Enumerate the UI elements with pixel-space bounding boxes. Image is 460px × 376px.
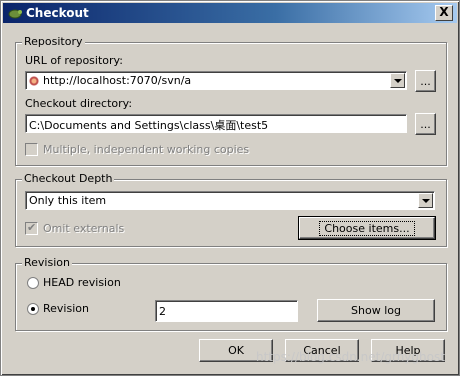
revision-radio[interactable]: [27, 303, 39, 315]
checkout-dialog: Checkout X Repository URL of repository:…: [0, 0, 460, 376]
url-value: http://localhost:7070/svn/a: [43, 74, 192, 87]
depth-selected-value: Only this item: [29, 194, 107, 207]
checkout-dir-label: Checkout directory:: [25, 97, 133, 110]
url-label: URL of repository:: [25, 54, 123, 67]
multiple-label: Multiple, independent working copies: [43, 143, 250, 156]
omit-externals-label: Omit externals: [43, 222, 125, 235]
head-revision-label: HEAD revision: [43, 276, 121, 289]
omit-externals-checkbox[interactable]: ✔: [25, 221, 38, 235]
revision-label: Revision: [43, 302, 89, 315]
head-revision-radio[interactable]: [27, 277, 39, 289]
revision-input[interactable]: 2: [155, 300, 298, 322]
depth-select[interactable]: Only this item: [25, 191, 435, 210]
checkmark-icon: ✔: [27, 221, 37, 234]
dialog-title: Checkout: [26, 6, 89, 20]
choose-items-button[interactable]: Choose items...: [298, 216, 436, 240]
url-favicon-icon: [29, 75, 39, 87]
show-log-button[interactable]: Show log: [317, 299, 435, 322]
chevron-down-icon[interactable]: [390, 73, 405, 88]
multiple-checkbox[interactable]: [25, 143, 38, 156]
depth-group-label: Checkout Depth: [22, 172, 115, 185]
title-bar[interactable]: Checkout X: [3, 3, 457, 23]
browse-dir-button[interactable]: ...: [415, 113, 436, 135]
chevron-down-icon[interactable]: [418, 193, 433, 208]
tortoise-icon: [8, 9, 22, 19]
revision-group-label: Revision: [22, 256, 72, 269]
repository-group-label: Repository: [22, 35, 85, 48]
checkout-dir-input[interactable]: C:\Documents and Settings\class\桌面\test5: [25, 114, 407, 133]
close-button[interactable]: X: [435, 5, 453, 21]
browse-url-button[interactable]: ...: [415, 70, 436, 92]
url-combobox[interactable]: http://localhost:7070/svn/a: [25, 71, 407, 90]
choose-items-label: Choose items...: [319, 220, 415, 236]
watermark-text: https://blog.csdn.net/grhyghost: [256, 350, 445, 364]
